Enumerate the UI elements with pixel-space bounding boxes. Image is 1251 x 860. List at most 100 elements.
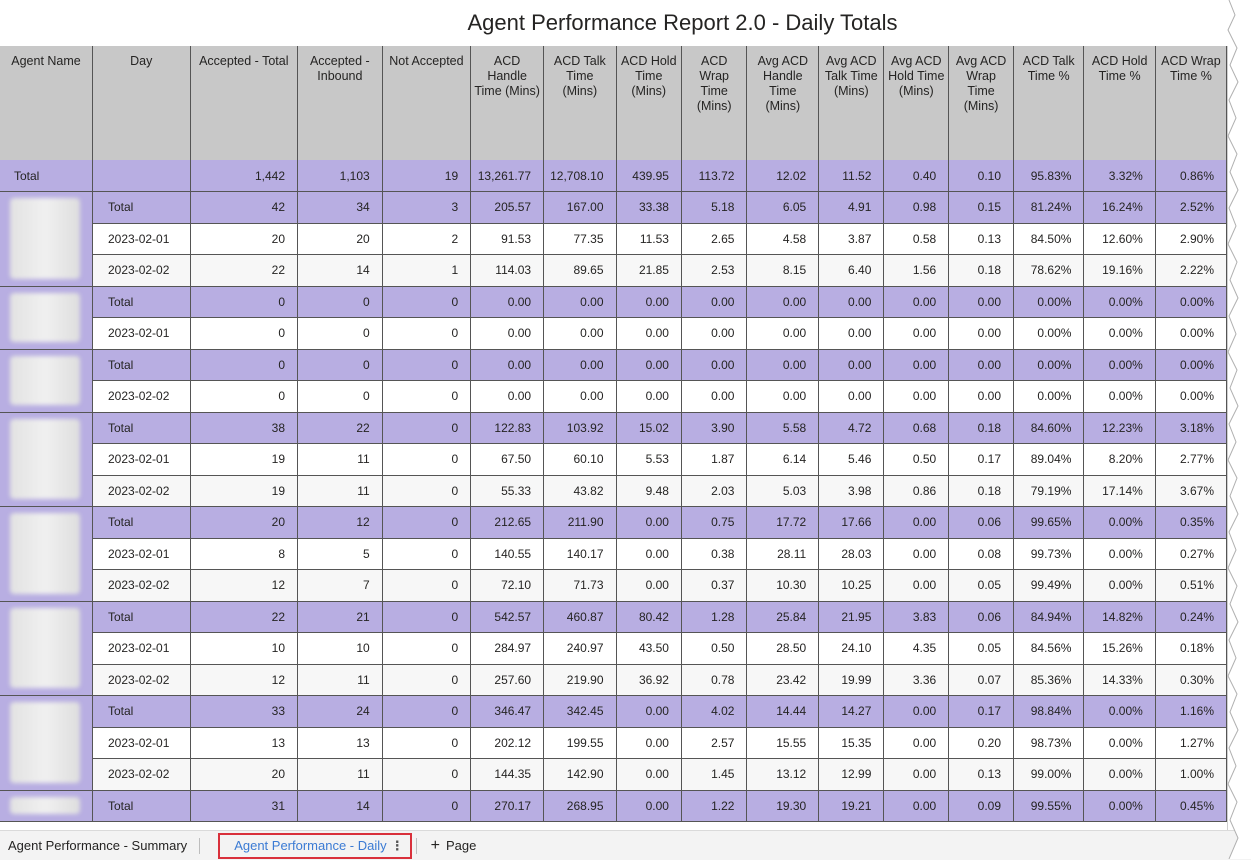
column-header[interactable]: ACD Talk Time % <box>1013 46 1085 160</box>
cell-value: 3.18% <box>1155 412 1227 444</box>
day-cell: 2023-02-02 <box>92 758 191 791</box>
cell-value: 19.30 <box>746 790 820 822</box>
cell-value: 81.24% <box>1013 191 1085 224</box>
cell-value: 0.00 <box>470 286 545 318</box>
cell-value: 1.27% <box>1155 727 1227 759</box>
cell-value: 85.36% <box>1013 664 1085 696</box>
day-cell: 2023-02-02 <box>92 254 191 287</box>
cell-value: 114.03 <box>470 254 545 287</box>
cell-value: 0.00 <box>948 286 1014 318</box>
cell-value: 0.00 <box>746 380 820 413</box>
cell-value: 43.50 <box>616 632 682 665</box>
agent-name-redacted <box>0 790 93 822</box>
cell-value: 8 <box>190 538 299 570</box>
redacted-name-block <box>10 702 80 783</box>
cell-value: 11 <box>297 758 383 791</box>
cell-value: 0 <box>190 286 299 318</box>
tab-agent-performance-daily[interactable]: Agent Performance - Daily ⋮ <box>218 832 412 859</box>
cell-value: 98.84% <box>1013 695 1085 728</box>
cell-value: 38 <box>190 412 299 444</box>
column-header[interactable]: Agent Name <box>0 46 93 160</box>
report-table-container[interactable]: Agent Name Day Accepted - Total Accepted - … <box>0 46 1228 830</box>
cell-value: 22 <box>190 254 299 287</box>
cell-value: 0.00 <box>543 380 617 413</box>
cell-value: 1.28 <box>681 601 748 633</box>
column-header[interactable]: Accepted - Inbound <box>297 46 383 160</box>
cell-value: 0.00% <box>1083 286 1156 318</box>
cell-value: 5.58 <box>746 412 820 444</box>
cell-value: 0 <box>382 412 472 444</box>
cell-value: 33 <box>190 695 299 728</box>
cell-value: 0.09 <box>948 790 1014 822</box>
column-header[interactable]: Day <box>92 46 191 160</box>
cell-value: 0.00 <box>616 695 682 728</box>
cell-value: 0 <box>382 664 472 696</box>
cell-value: 0 <box>297 380 383 413</box>
cell-value: 0.00 <box>883 317 950 350</box>
column-header[interactable]: ACD Wrap Time % <box>1155 46 1227 160</box>
redacted-name-block <box>10 292 80 342</box>
cell-value: 14.33% <box>1083 664 1156 696</box>
cell-value: 0.00 <box>818 349 885 381</box>
cell-value: 0.86 <box>883 475 950 507</box>
column-header[interactable]: ACD Wrap Time (Mins) <box>681 46 748 160</box>
day-cell: 2023-02-02 <box>92 475 191 507</box>
redacted-name-block <box>10 607 80 688</box>
column-header[interactable]: Not Accepted <box>382 46 472 160</box>
day-cell: Total <box>92 412 191 444</box>
cell-value: 25.84 <box>746 601 820 633</box>
cell-value: 12.02 <box>746 160 820 192</box>
cell-value: 5.46 <box>818 443 885 476</box>
day-cell: Total <box>92 191 191 224</box>
tab-agent-performance-summary[interactable]: Agent Performance - Summary <box>0 831 195 860</box>
column-header[interactable]: Avg ACD Talk Time (Mins) <box>818 46 885 160</box>
agent-name-redacted <box>0 349 93 413</box>
agent-total-row: Total 33 24 0 346.47 342.45 0.00 4.02 14.44 14.27… <box>0 695 1227 791</box>
cell-value: 19 <box>190 443 299 476</box>
cell-value: 11.52 <box>818 160 885 192</box>
cell-value: 0.00 <box>818 380 885 413</box>
cell-value: 3.67% <box>1155 475 1227 507</box>
cell-value: 22 <box>190 601 299 633</box>
cell-value: 542.57 <box>470 601 545 633</box>
cell-value: 0.00 <box>543 317 617 350</box>
cell-value: 34 <box>297 191 383 224</box>
cell-value: 0 <box>382 538 472 570</box>
cell-value: 0.00 <box>616 506 682 539</box>
column-header[interactable]: Avg ACD Wrap Time (Mins) <box>948 46 1014 160</box>
add-page-button[interactable]: + Page <box>431 837 477 855</box>
column-header[interactable]: Avg ACD Handle Time (Mins) <box>746 46 820 160</box>
cell-value: 42 <box>190 191 299 224</box>
column-header[interactable]: Avg ACD Hold Time (Mins) <box>883 46 950 160</box>
grand-total-label: Total <box>0 160 93 192</box>
cell-value: 0.00% <box>1155 286 1227 318</box>
more-vertical-icon[interactable]: ⋮ <box>391 835 404 857</box>
column-header[interactable]: Accepted - Total <box>190 46 299 160</box>
cell-value: 460.87 <box>543 601 617 633</box>
day-cell: Total <box>92 695 191 728</box>
cell-value: 0.00% <box>1013 380 1085 413</box>
cell-value: 12.23% <box>1083 412 1156 444</box>
table-row: 2023-02-02 20 11 0 144.35 142.90 0.00 1.45 13.12… <box>0 758 1227 791</box>
day-cell: 2023-02-02 <box>92 569 191 602</box>
page-tabs-bar: Agent Performance - Summary Agent Perfor… <box>0 830 1251 860</box>
column-header[interactable]: ACD Hold Time (Mins) <box>616 46 682 160</box>
redacted-name-block <box>10 198 80 279</box>
cell-value: 15.55 <box>746 727 820 759</box>
column-header[interactable]: ACD Handle Time (Mins) <box>470 46 545 160</box>
column-header[interactable]: ACD Hold Time % <box>1083 46 1156 160</box>
cell-value: 0.00% <box>1083 758 1156 791</box>
cell-value: 0 <box>382 506 472 539</box>
cell-value: 28.11 <box>746 538 820 570</box>
agent-total-row: Total 42 34 3 205.57 167.00 33.38 5.18 6.05 4.91 0… <box>0 191 1227 287</box>
report-title: Agent Performance Report 2.0 - Daily Tot… <box>467 10 898 35</box>
column-header[interactable]: ACD Talk Time (Mins) <box>543 46 617 160</box>
agent-name-redacted <box>0 601 93 696</box>
cell-value: 17.66 <box>818 506 885 539</box>
tab-divider <box>415 837 417 854</box>
cell-value: 77.35 <box>543 223 617 255</box>
cell-value: 99.55% <box>1013 790 1085 822</box>
cell-value: 257.60 <box>470 664 545 696</box>
cell-value: 7 <box>297 569 383 602</box>
cell-value: 0.10 <box>948 160 1014 192</box>
